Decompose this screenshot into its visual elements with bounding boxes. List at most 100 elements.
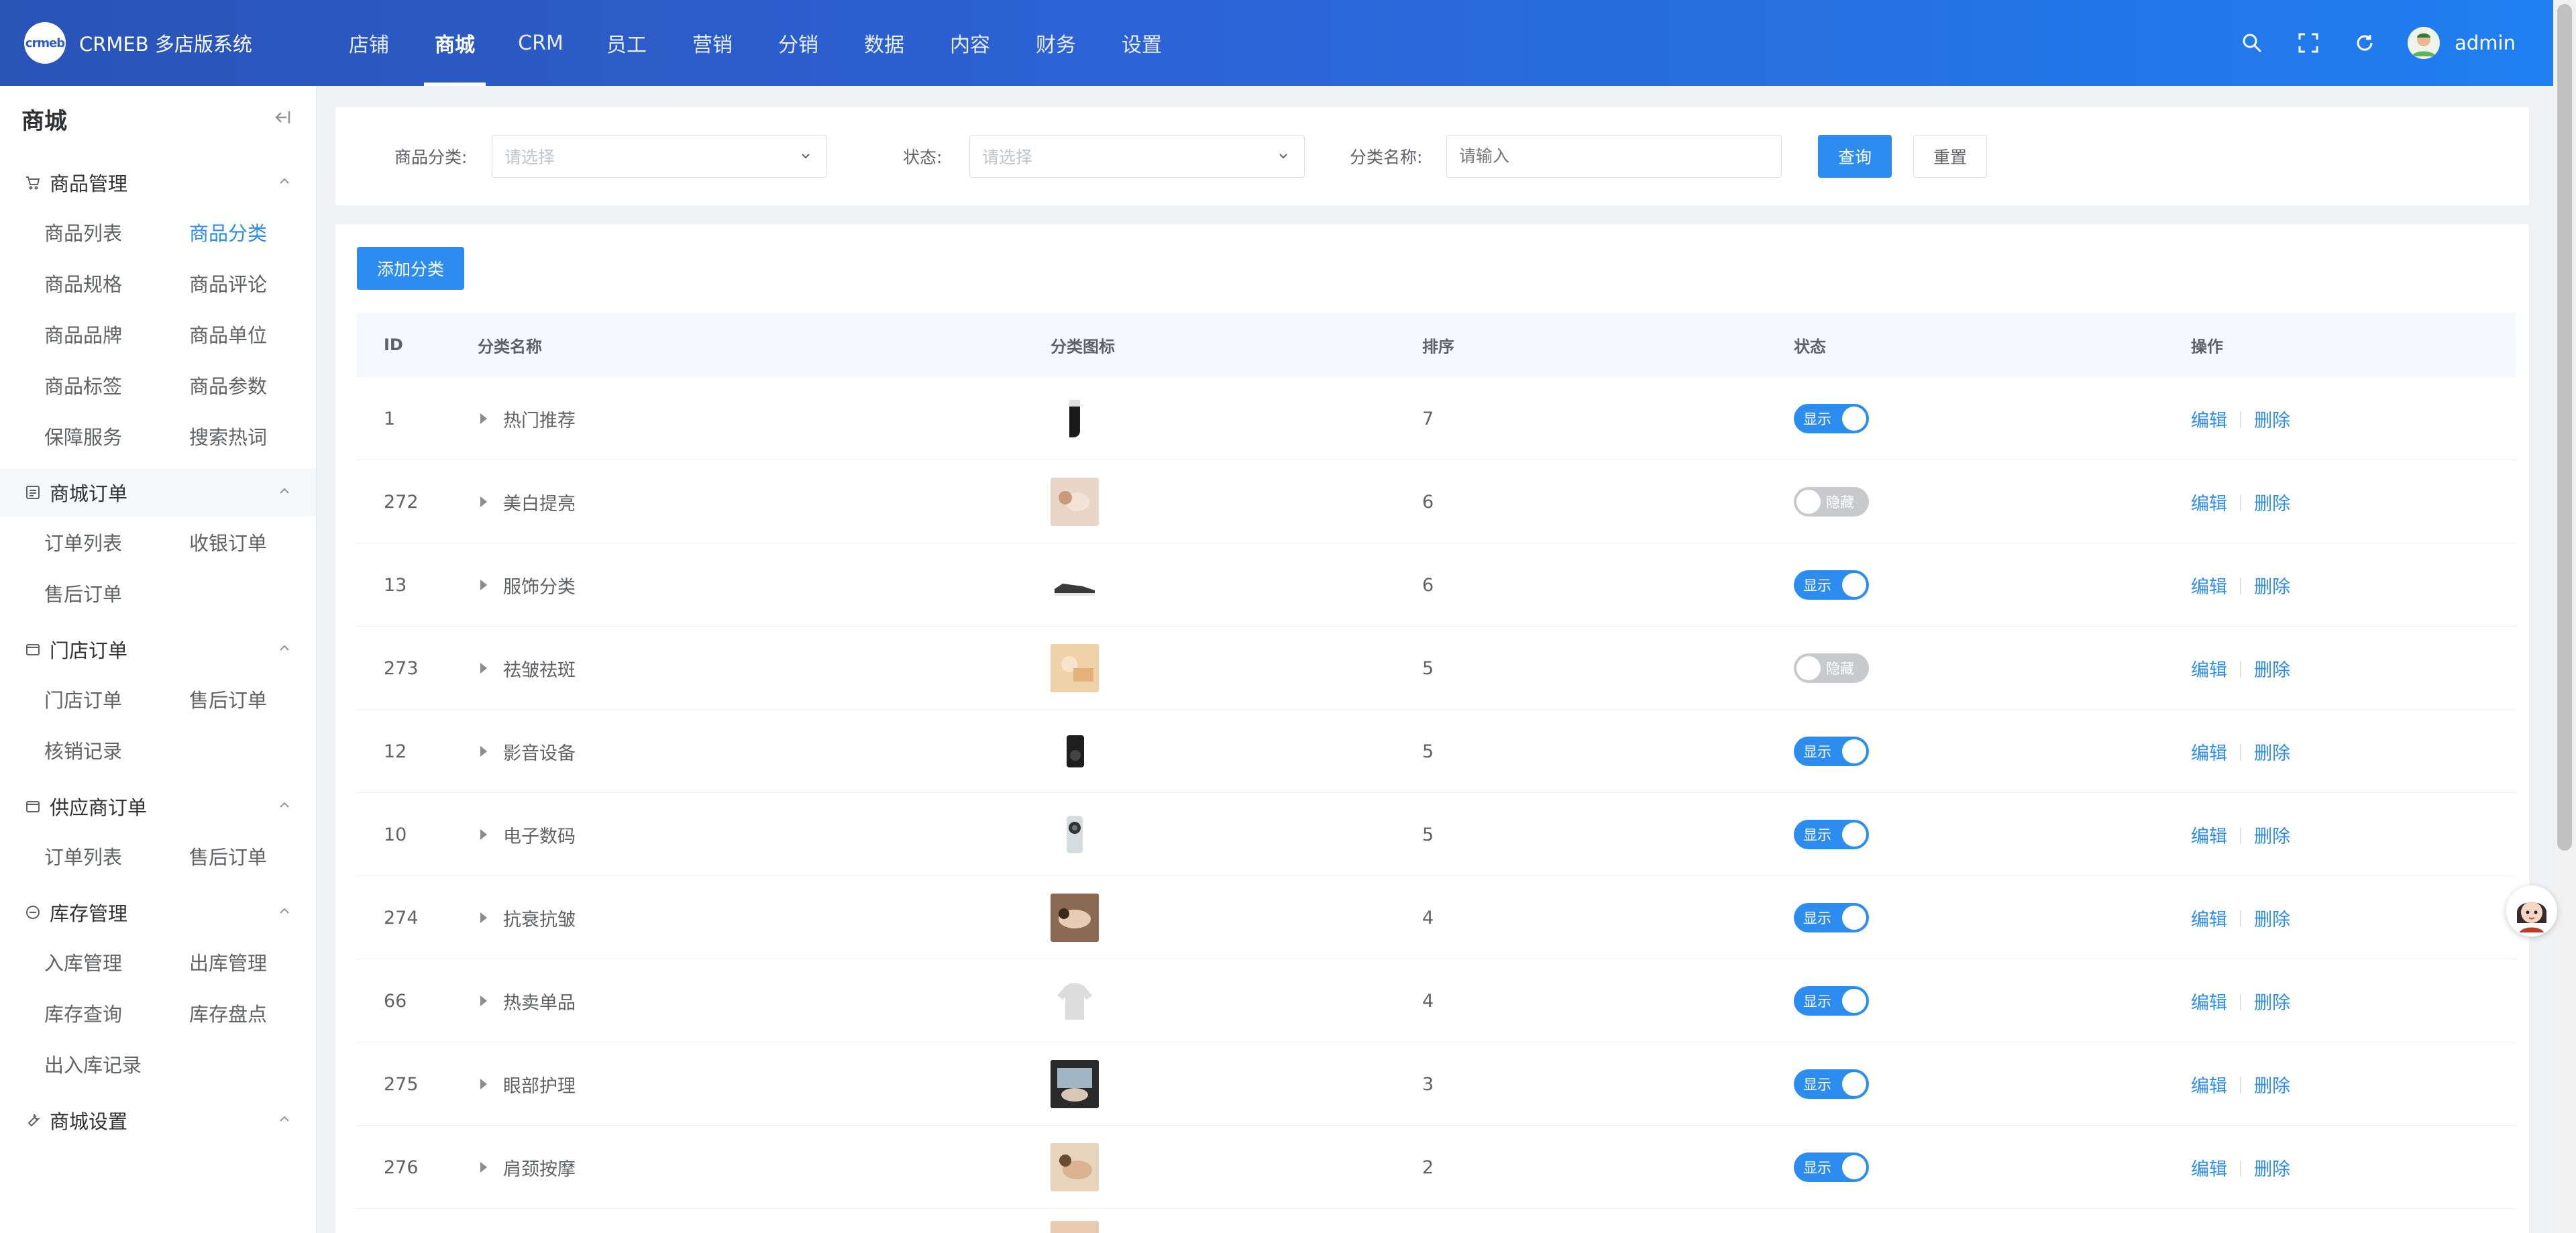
nav-mall[interactable]: 商城 — [412, 0, 498, 86]
sidebar-item-verify-records[interactable]: 核销记录 — [44, 725, 189, 775]
category-select[interactable]: 请选择 — [492, 135, 827, 178]
edit-link[interactable]: 编辑 — [2191, 1071, 2227, 1097]
sidebar-item-store-aftersale[interactable]: 售后订单 — [189, 674, 334, 725]
sneaker-thumb[interactable] — [1051, 561, 1099, 609]
sweater-thumb[interactable] — [1051, 977, 1099, 1025]
speaker-thumb[interactable] — [1051, 727, 1099, 775]
edit-link[interactable]: 编辑 — [2191, 655, 2227, 682]
sidebar-group-head[interactable]: 门店订单 — [0, 625, 316, 674]
nav-marketing[interactable]: 营销 — [669, 0, 755, 86]
expand-caret-icon[interactable] — [480, 496, 487, 507]
massage-thumb[interactable] — [1051, 894, 1099, 942]
face-care-thumb[interactable] — [1051, 478, 1099, 526]
sidebar-group-head[interactable]: 商城订单 — [0, 468, 316, 517]
expand-caret-icon[interactable] — [480, 413, 487, 424]
phone-thumb[interactable] — [1051, 810, 1099, 859]
delete-link[interactable]: 删除 — [2254, 1155, 2290, 1181]
cell-name[interactable]: 祛皱祛斑 — [480, 627, 576, 710]
sidebar-item-supplier-order-list[interactable]: 订单列表 — [44, 830, 189, 881]
status-toggle[interactable]: 显示 — [1794, 404, 1869, 433]
page-scrollbar[interactable] — [2553, 0, 2576, 1233]
status-select[interactable]: 请选择 — [969, 135, 1305, 178]
edit-link[interactable]: 编辑 — [2191, 406, 2227, 432]
scrollbar-thumb[interactable] — [2557, 4, 2572, 851]
logo[interactable]: crmeb CRMEB 多店版系统 — [24, 22, 306, 64]
eye-care-thumb[interactable] — [1051, 1060, 1099, 1108]
reset-button[interactable]: 重置 — [1913, 135, 1987, 178]
delete-link[interactable]: 删除 — [2254, 988, 2290, 1014]
cell-name[interactable]: 服饰分类 — [480, 543, 576, 627]
expand-caret-icon[interactable] — [480, 996, 487, 1006]
sidebar-item-store-orders[interactable]: 门店订单 — [44, 674, 189, 725]
edit-link[interactable]: 编辑 — [2191, 822, 2227, 848]
expand-caret-icon[interactable] — [480, 1162, 487, 1173]
sidebar-item-stock-check[interactable]: 库存盘点 — [189, 987, 334, 1038]
add-category-button[interactable]: 添加分类 — [357, 247, 464, 290]
status-toggle[interactable]: 显示 — [1794, 570, 1869, 600]
customer-service-avatar[interactable] — [2506, 886, 2557, 936]
sidebar-item-hot-search[interactable]: 搜索热词 — [189, 411, 334, 462]
edit-link[interactable]: 编辑 — [2191, 739, 2227, 765]
sidebar-item-aftersale-orders[interactable]: 售后订单 — [44, 568, 189, 619]
sidebar-item-product-review[interactable]: 商品评论 — [189, 258, 334, 309]
nav-store[interactable]: 店铺 — [326, 0, 412, 86]
cell-name[interactable]: 影音设备 — [480, 710, 576, 793]
fullscreen-icon[interactable] — [2295, 30, 2322, 56]
expand-caret-icon[interactable] — [480, 1079, 487, 1089]
expand-caret-icon[interactable] — [480, 746, 487, 757]
sidebar-item-product-param[interactable]: 商品参数 — [189, 360, 334, 411]
sidebar-item-product-brand[interactable]: 商品品牌 — [44, 309, 189, 360]
cell-name[interactable]: 肩颈按摩 — [480, 1126, 576, 1209]
status-toggle[interactable]: 显示 — [1794, 986, 1869, 1016]
status-toggle[interactable]: 隐藏 — [1794, 653, 1869, 683]
status-toggle[interactable]: 显示 — [1794, 1069, 1869, 1099]
delete-link[interactable]: 删除 — [2254, 1071, 2290, 1097]
sidebar-item-stock-records[interactable]: 出入库记录 — [44, 1038, 189, 1089]
spa-thumb[interactable] — [1051, 644, 1099, 692]
query-button[interactable]: 查询 — [1818, 135, 1892, 178]
nav-content[interactable]: 内容 — [927, 0, 1013, 86]
expand-caret-icon[interactable] — [480, 663, 487, 674]
sidebar-group-head[interactable]: 库存管理 — [0, 888, 316, 936]
refresh-icon[interactable] — [2351, 30, 2378, 56]
nav-distribution[interactable]: 分销 — [755, 0, 841, 86]
sock-thumb[interactable] — [1051, 394, 1099, 443]
edit-link[interactable]: 编辑 — [2191, 1155, 2227, 1181]
sidebar-item-product-unit[interactable]: 商品单位 — [189, 309, 334, 360]
status-toggle[interactable]: 显示 — [1794, 1152, 1869, 1182]
status-toggle[interactable]: 显示 — [1794, 737, 1869, 766]
sidebar-item-stock-out[interactable]: 出库管理 — [189, 936, 334, 987]
expand-caret-icon[interactable] — [480, 912, 487, 923]
sidebar-item-stock-in[interactable]: 入库管理 — [44, 936, 189, 987]
nav-finance[interactable]: 财务 — [1013, 0, 1099, 86]
cell-name[interactable]: 热卖单品 — [480, 959, 576, 1042]
status-toggle[interactable]: 显示 — [1794, 820, 1869, 849]
sidebar-item-order-list[interactable]: 订单列表 — [44, 517, 189, 568]
shoulder-massage-thumb[interactable] — [1051, 1143, 1099, 1191]
status-toggle[interactable]: 隐藏 — [1794, 487, 1869, 517]
delete-link[interactable]: 删除 — [2254, 822, 2290, 848]
sidebar-item-product-tag[interactable]: 商品标签 — [44, 360, 189, 411]
edit-link[interactable]: 编辑 — [2191, 905, 2227, 931]
sidebar-group-head[interactable]: 商城设置 — [0, 1096, 316, 1144]
edit-link[interactable]: 编辑 — [2191, 489, 2227, 515]
cell-name[interactable]: 美白提亮 — [480, 460, 576, 543]
sidebar-group-head[interactable]: 供应商订单 — [0, 782, 316, 830]
edit-link[interactable]: 编辑 — [2191, 988, 2227, 1014]
delete-link[interactable]: 删除 — [2254, 655, 2290, 682]
username[interactable]: admin — [2455, 32, 2516, 54]
sidebar-item-guarantee[interactable]: 保障服务 — [44, 411, 189, 462]
sidebar-item-supplier-aftersale[interactable]: 售后订单 — [189, 830, 334, 881]
expand-caret-icon[interactable] — [480, 580, 487, 590]
cell-name[interactable]: 抗衰抗皱 — [480, 876, 576, 959]
sidebar-item-cashier-orders[interactable]: 收银订单 — [189, 517, 334, 568]
nav-staff[interactable]: 员工 — [584, 0, 669, 86]
cell-name[interactable]: 眼部护理 — [480, 1042, 576, 1126]
sidebar-group-head[interactable]: 商品管理 — [0, 158, 316, 207]
nav-crm[interactable]: CRM — [498, 0, 584, 86]
cell-name[interactable]: 热门推荐 — [480, 377, 576, 460]
edit-link[interactable]: 编辑 — [2191, 572, 2227, 598]
avatar[interactable] — [2408, 27, 2440, 59]
sidebar-item-stock-query[interactable]: 库存查询 — [44, 987, 189, 1038]
delete-link[interactable]: 删除 — [2254, 572, 2290, 598]
